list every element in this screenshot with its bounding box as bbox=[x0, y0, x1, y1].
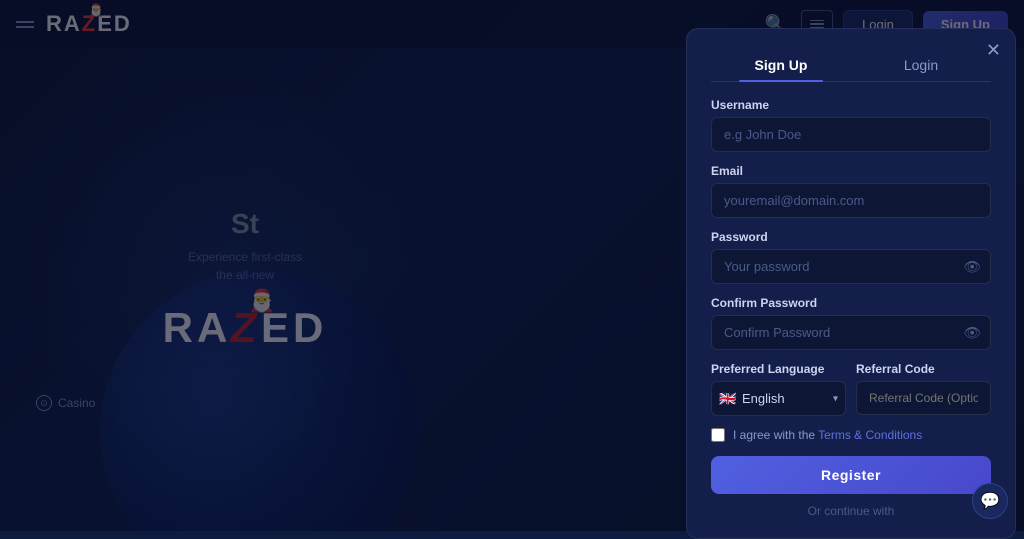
email-label: Email bbox=[711, 164, 991, 178]
continue-with-text: Or continue with bbox=[711, 504, 991, 518]
language-select-wrapper: 🇬🇧 English ▾ bbox=[711, 381, 846, 416]
tab-signup[interactable]: Sign Up bbox=[711, 49, 851, 81]
email-group: Email bbox=[711, 164, 991, 218]
terms-link[interactable]: Terms & Conditions bbox=[818, 428, 922, 442]
referral-label: Referral Code bbox=[856, 362, 991, 376]
confirm-password-label: Confirm Password bbox=[711, 296, 991, 310]
terms-text: I agree with the Terms & Conditions bbox=[733, 428, 922, 442]
referral-input[interactable] bbox=[856, 381, 991, 415]
password-input[interactable] bbox=[711, 249, 991, 284]
confirm-password-group: Confirm Password 👁 bbox=[711, 296, 991, 350]
terms-checkbox-row: I agree with the Terms & Conditions bbox=[711, 428, 991, 442]
terms-checkbox[interactable] bbox=[711, 428, 725, 442]
support-button[interactable]: 💬 bbox=[972, 483, 1008, 519]
password-label: Password bbox=[711, 230, 991, 244]
language-label: Preferred Language bbox=[711, 362, 846, 376]
agree-text: I agree with the bbox=[733, 428, 818, 442]
language-col: Preferred Language 🇬🇧 English ▾ bbox=[711, 362, 846, 416]
tab-login[interactable]: Login bbox=[851, 49, 991, 81]
support-icon: 💬 bbox=[980, 491, 1000, 511]
language-referral-row: Preferred Language 🇬🇧 English ▾ Referral… bbox=[711, 362, 991, 416]
email-input[interactable] bbox=[711, 183, 991, 218]
confirm-password-input[interactable] bbox=[711, 315, 991, 350]
username-input[interactable] bbox=[711, 117, 991, 152]
username-group: Username bbox=[711, 98, 991, 152]
username-label: Username bbox=[711, 98, 991, 112]
register-button[interactable]: Register bbox=[711, 456, 991, 494]
confirm-eye-icon[interactable]: 👁 bbox=[963, 324, 981, 341]
password-group: Password 👁 bbox=[711, 230, 991, 284]
password-wrapper: 👁 bbox=[711, 249, 991, 284]
confirm-password-wrapper: 👁 bbox=[711, 315, 991, 350]
referral-col: Referral Code bbox=[856, 362, 991, 416]
modal-tabs: Sign Up Login bbox=[711, 49, 991, 82]
password-eye-icon[interactable]: 👁 bbox=[963, 258, 981, 275]
flag-icon: 🇬🇧 bbox=[719, 390, 736, 407]
signup-modal: ✕ Sign Up Login Username Email Password … bbox=[686, 28, 1016, 539]
